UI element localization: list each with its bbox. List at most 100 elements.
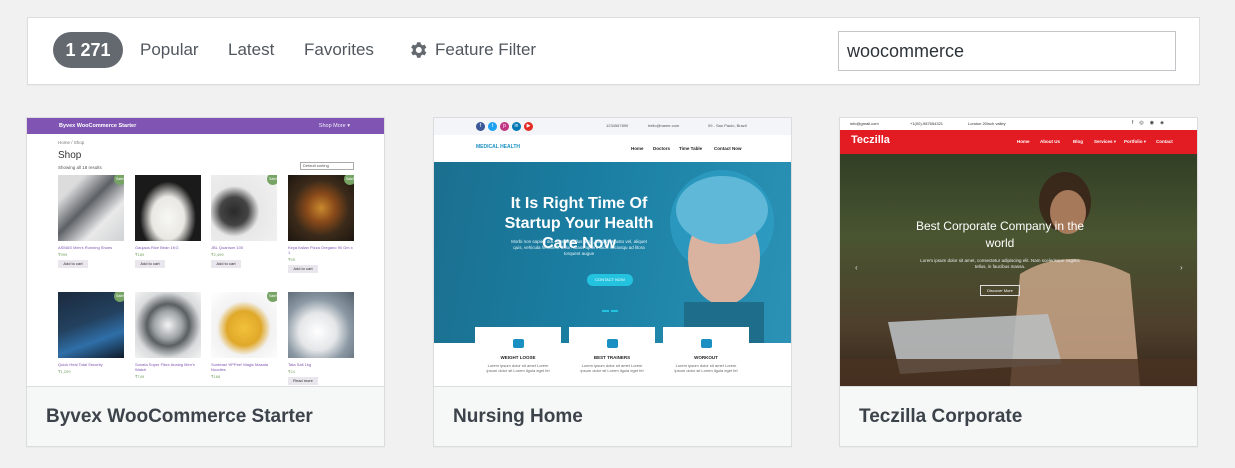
feature-filter-label: Feature Filter xyxy=(435,40,537,59)
product-name: Quick Heal Total Security xyxy=(58,362,103,367)
product-name: Tata Salt 1kg xyxy=(288,362,312,367)
chevron-right-icon: › xyxy=(1180,263,1183,272)
preview-nav-link: Doctors xyxy=(653,146,671,151)
theme-name-bar: Byvex WooCommerce Starter xyxy=(27,386,384,446)
sale-badge: Sale! xyxy=(114,292,124,302)
product-name: Gaujaus Rice Bean 1KG xyxy=(135,245,179,250)
feature-desc: Lorem ipsum dolor sit amet Lorem ipsum d… xyxy=(580,363,644,373)
product-price: ₹749 xyxy=(135,374,145,379)
theme-name-bar: Nursing Home xyxy=(434,386,791,446)
product-image: Sale! xyxy=(211,292,277,358)
theme-screenshot: Byvex WooCommerce Starter Shop More ▾ Ho… xyxy=(27,118,384,386)
preview-nav-link: Portfolio ▾ xyxy=(1124,139,1147,144)
preview-feature: WORKOUT Lorem ipsum dolor sit amet Lorem… xyxy=(663,327,749,386)
preview-logo: Teczilla xyxy=(851,134,890,146)
preview-product: Tata Salt 1kg ₹24 Read more xyxy=(288,292,354,386)
preview-feature: WEIGHT LOOSE Lorem ipsum dolor sit amet … xyxy=(475,327,561,386)
theme-count-badge: 1 271 xyxy=(53,32,123,68)
theme-name[interactable]: Byvex WooCommerce Starter xyxy=(46,405,313,429)
preview-paragraph: Lorem ipsum dolor sit amet, consectetur … xyxy=(920,258,1080,269)
tab-latest[interactable]: Latest xyxy=(228,40,274,60)
theme-name[interactable]: Teczilla Corporate xyxy=(859,405,1022,429)
product-price: ₹1,299 xyxy=(58,369,71,374)
theme-card-byvex[interactable]: Byvex WooCommerce Starter Shop More ▾ Ho… xyxy=(26,117,385,447)
product-price: ₹168 xyxy=(211,374,221,379)
feature-icon xyxy=(606,339,618,348)
linkedin-icon: in xyxy=(512,122,521,131)
preview-address: 09 - Sao Paulo, Brazil xyxy=(708,123,747,128)
theme-search-input[interactable] xyxy=(838,31,1176,71)
preview-paragraph: Morbi non sapien dui. Aenean tellus urna… xyxy=(511,239,647,256)
feature-desc: Lorem ipsum dolor sit amet Lorem ipsum d… xyxy=(486,363,550,373)
preview-address: London 20inch valley xyxy=(968,121,1006,126)
preview-contact-button: CONTACT NOW xyxy=(587,274,633,286)
tab-favorites[interactable]: Favorites xyxy=(304,40,374,60)
product-image: Sale! xyxy=(288,175,354,241)
preview-results-count: Showing all 18 results xyxy=(58,165,102,170)
preview-email: hello@name.com xyxy=(648,123,680,128)
theme-name[interactable]: Nursing Home xyxy=(453,405,583,429)
preview-hero: Best Corporate Company in the world Lore… xyxy=(840,154,1197,386)
preview-product: Sonata Super Fibre Analog Men's Watch ₹7… xyxy=(135,292,201,386)
preview-features: WEIGHT LOOSE Lorem ipsum dolor sit amet … xyxy=(434,327,791,386)
feature-icon xyxy=(700,339,712,348)
business-woman-photo xyxy=(840,154,1197,386)
slider-dots xyxy=(602,299,620,317)
sale-badge: Sale! xyxy=(344,175,354,185)
product-image: Sale! xyxy=(58,175,124,241)
product-price: ₹24 xyxy=(288,369,295,374)
sale-badge: Sale! xyxy=(114,175,124,185)
product-name: Keya Italian Pizza Oregano 90 Gm x 1 xyxy=(288,245,353,255)
preview-phone: 1234567890 xyxy=(606,123,629,128)
theme-filter-bar: 1 271 Popular Latest Favorites Feature F… xyxy=(27,17,1200,85)
preview-nav-link: Blog xyxy=(1073,139,1083,144)
preview-nav-link: About Us xyxy=(1040,139,1060,144)
pinterest-icon: p xyxy=(500,122,509,131)
social-icons: f◎◉◈ xyxy=(1132,120,1170,126)
preview-product: Sale! JBL Quantum 100 ₹2,499 Add to cart xyxy=(211,175,277,275)
feature-icon xyxy=(512,339,524,348)
gear-icon xyxy=(409,41,427,59)
theme-card-teczilla[interactable]: info@gmail.com +1(00)-987654321 London 2… xyxy=(839,117,1198,447)
product-name: JBL Quantum 100 xyxy=(211,245,244,250)
preview-nav: Shop More ▾ xyxy=(318,123,350,129)
preview-sort-select: Default sorting xyxy=(300,162,354,170)
product-price: ₹99 xyxy=(288,257,295,262)
feature-title: WORKOUT xyxy=(694,355,718,360)
product-image xyxy=(135,292,201,358)
theme-screenshot: f t p in ▶ 1234567890 hello@name.com 09 … xyxy=(434,118,791,386)
preview-discover-button: Discover More xyxy=(980,285,1020,296)
preview-phone: +1(00)-987654321 xyxy=(910,121,944,126)
product-price: ₹189 xyxy=(135,252,145,257)
product-price: ₹2,499 xyxy=(211,252,224,257)
preview-nav: Teczilla Home About Us Blog Services ▾ P… xyxy=(840,130,1197,154)
product-price: ₹999 xyxy=(58,252,68,257)
preview-headline: Best Corporate Company in the world xyxy=(915,219,1085,250)
product-name: Sunfeast YiPPee! Magic Masala Noodles xyxy=(211,362,268,372)
add-to-cart-button: Add to cart xyxy=(58,260,88,268)
preview-topbar: f t p in ▶ 1234567890 hello@name.com 09 … xyxy=(434,118,791,135)
feature-desc: Lorem ipsum dolor sit amet Lorem ipsum d… xyxy=(674,363,738,373)
preview-feature: BEST TRAINERS Lorem ipsum dolor sit amet… xyxy=(569,327,655,386)
theme-card-nursing-home[interactable]: f t p in ▶ 1234567890 hello@name.com 09 … xyxy=(433,117,792,447)
preview-product: Sale! Quick Heal Total Security ₹1,299 xyxy=(58,292,124,386)
preview-product: Sale! Sunfeast YiPPee! Magic Masala Nood… xyxy=(211,292,277,386)
product-image: Sale! xyxy=(211,175,277,241)
preview-product: Sale! ASMAS Men's Running Shoes ₹999 Add… xyxy=(58,175,124,275)
read-more-button: Read more xyxy=(288,377,318,385)
preview-header: Byvex WooCommerce Starter Shop More ▾ xyxy=(27,118,384,134)
sale-badge: Sale! xyxy=(267,292,277,302)
preview-nav-link: Services ▾ xyxy=(1094,139,1117,144)
tab-popular[interactable]: Popular xyxy=(140,40,199,60)
preview-product: Gaujaus Rice Bean 1KG ₹189 Add to cart xyxy=(135,175,201,275)
preview-breadcrumb: Home / Shop xyxy=(58,140,85,145)
theme-name-bar: Teczilla Corporate xyxy=(840,386,1197,446)
feature-title: BEST TRAINERS xyxy=(593,355,631,360)
feature-title: WEIGHT LOOSE xyxy=(500,355,536,360)
feature-filter-button[interactable]: Feature Filter xyxy=(409,40,536,60)
preview-nav-link: Contact Now xyxy=(714,146,742,151)
add-to-cart-button: Add to cart xyxy=(211,260,241,268)
youtube-icon: ▶ xyxy=(524,122,533,131)
preview-nav-link: Home xyxy=(1017,139,1030,144)
product-name: ASMAS Men's Running Shoes xyxy=(58,245,113,250)
